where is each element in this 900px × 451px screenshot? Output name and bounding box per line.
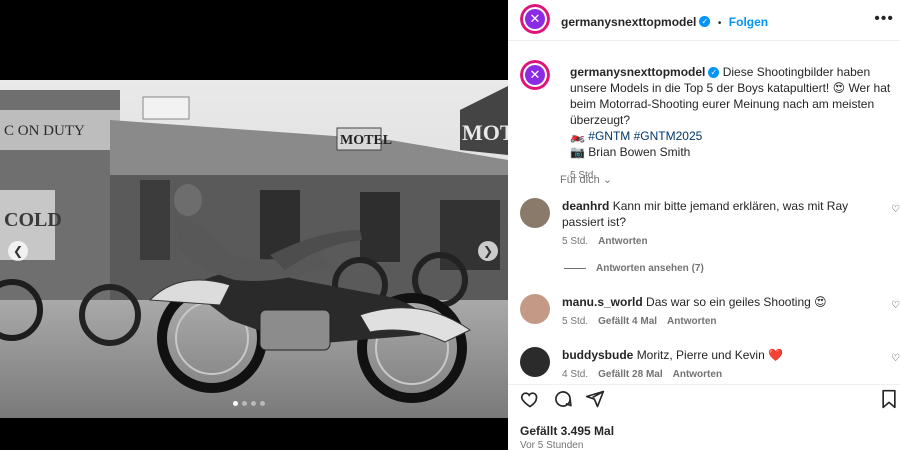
share-button[interactable] [585,389,605,415]
carousel-dot[interactable] [242,401,247,406]
like-button[interactable] [520,389,540,415]
comment-reply-button[interactable]: Antworten [667,316,716,327]
chevron-left-icon: ❮ [12,244,24,258]
comment-avatar[interactable] [520,198,550,228]
caption-avatar[interactable]: ✕ [520,60,550,90]
comment-likes[interactable]: Gefällt 28 Mal [598,369,662,380]
caption-credit: 📷 Brian Bowen Smith [570,145,691,159]
verified-icon: ✓ [708,67,720,79]
carousel-dot[interactable] [233,401,238,406]
photo-sign-duty: C ON DUTY [4,123,85,139]
carousel-next-button[interactable]: ❯ [478,241,498,261]
heart-icon: ♡ [891,353,900,364]
for-you-toggle[interactable]: Für dich ⌄ [560,173,612,186]
post-header: ✕ germanysnexttopmodel ✓ • Folgen ••• [508,0,900,41]
save-button[interactable] [880,389,898,415]
author-avatar[interactable]: ✕ [520,4,550,34]
heart-icon [520,392,538,408]
comment-username[interactable]: deanhrd [562,199,609,213]
comment-button[interactable] [553,389,573,415]
comment-reply-button[interactable]: Antworten [673,369,722,380]
comment-time[interactable]: 5 Std. [562,316,588,327]
verified-icon: ✓ [699,16,711,28]
follow-button[interactable]: Folgen [729,15,768,29]
post-actions: Gefällt 3.495 Mal Vor 5 Stunden [508,384,900,451]
comment-time[interactable]: 4 Std. [562,369,588,380]
comment-text: Moritz, Pierre und Kevin ❤️ [636,348,784,362]
gntm-logo: ✕ [520,60,550,90]
comment-like-button[interactable]: ♡ [891,202,900,218]
comment-text: Das war so ein geiles Shooting 😍 [646,295,827,309]
comment-reply-button[interactable]: Antworten [598,236,647,247]
post-side-panel: ✕ germanysnexttopmodel ✓ • Folgen ••• ✕ g… [508,0,900,451]
view-replies-button[interactable]: Antworten ansehen (7) [564,263,704,274]
comment-username[interactable]: buddysbude [562,348,633,362]
caption-hashtags[interactable]: 🏍️ #GNTM #GNTM2025 [570,129,702,143]
comment-icon [555,391,572,407]
carousel-dot[interactable] [260,401,265,406]
for-you-label: Für dich [560,174,600,186]
carousel-indicator [233,401,265,406]
carousel-prev-button[interactable]: ❮ [8,241,28,261]
photo-sign-cold: COLD [4,209,62,231]
motorcycle-photo: C ON DUTY COLD MOTEL MOTE [0,80,508,418]
comment-like-button[interactable]: ♡ [891,351,900,367]
post-photo[interactable]: C ON DUTY COLD MOTEL MOTE [0,80,508,418]
chevron-down-icon: ⌄ [602,174,613,186]
heart-icon: ♡ [891,204,900,215]
photo-sign-motel-small: MOTEL [340,133,392,148]
separator-dot: • [717,18,722,29]
instagram-post-modal: C ON DUTY COLD MOTEL MOTE [0,0,900,451]
caption-time[interactable]: 5 Std. [570,168,895,184]
more-options-button[interactable]: ••• [874,10,894,28]
photo-sign-motel-big: MOTE [462,120,508,145]
heart-icon: ♡ [891,300,900,311]
more-icon: ••• [874,10,894,27]
author-username[interactable]: germanysnexttopmodel [561,15,696,29]
comment-avatar[interactable] [520,347,550,377]
view-replies-label: Antworten ansehen (7) [596,263,704,274]
carousel-dot[interactable] [251,401,256,406]
comment-time[interactable]: 5 Std. [562,236,588,247]
share-icon [585,390,605,408]
gntm-logo: ✕ [520,4,550,34]
comment-avatar[interactable] [520,294,550,324]
comment-username[interactable]: manu.s_world [562,295,643,309]
caption-username[interactable]: germanysnexttopmodel [570,65,705,79]
likes-count[interactable]: Gefällt 3.495 Mal [520,424,614,438]
comment-likes[interactable]: Gefällt 4 Mal [598,316,657,327]
post-media: C ON DUTY COLD MOTEL MOTE [0,0,508,450]
chevron-right-icon: ❯ [482,244,494,258]
post-timestamp[interactable]: Vor 5 Stunden [520,440,583,451]
bookmark-icon [882,389,896,409]
comment-like-button[interactable]: ♡ [891,298,900,314]
